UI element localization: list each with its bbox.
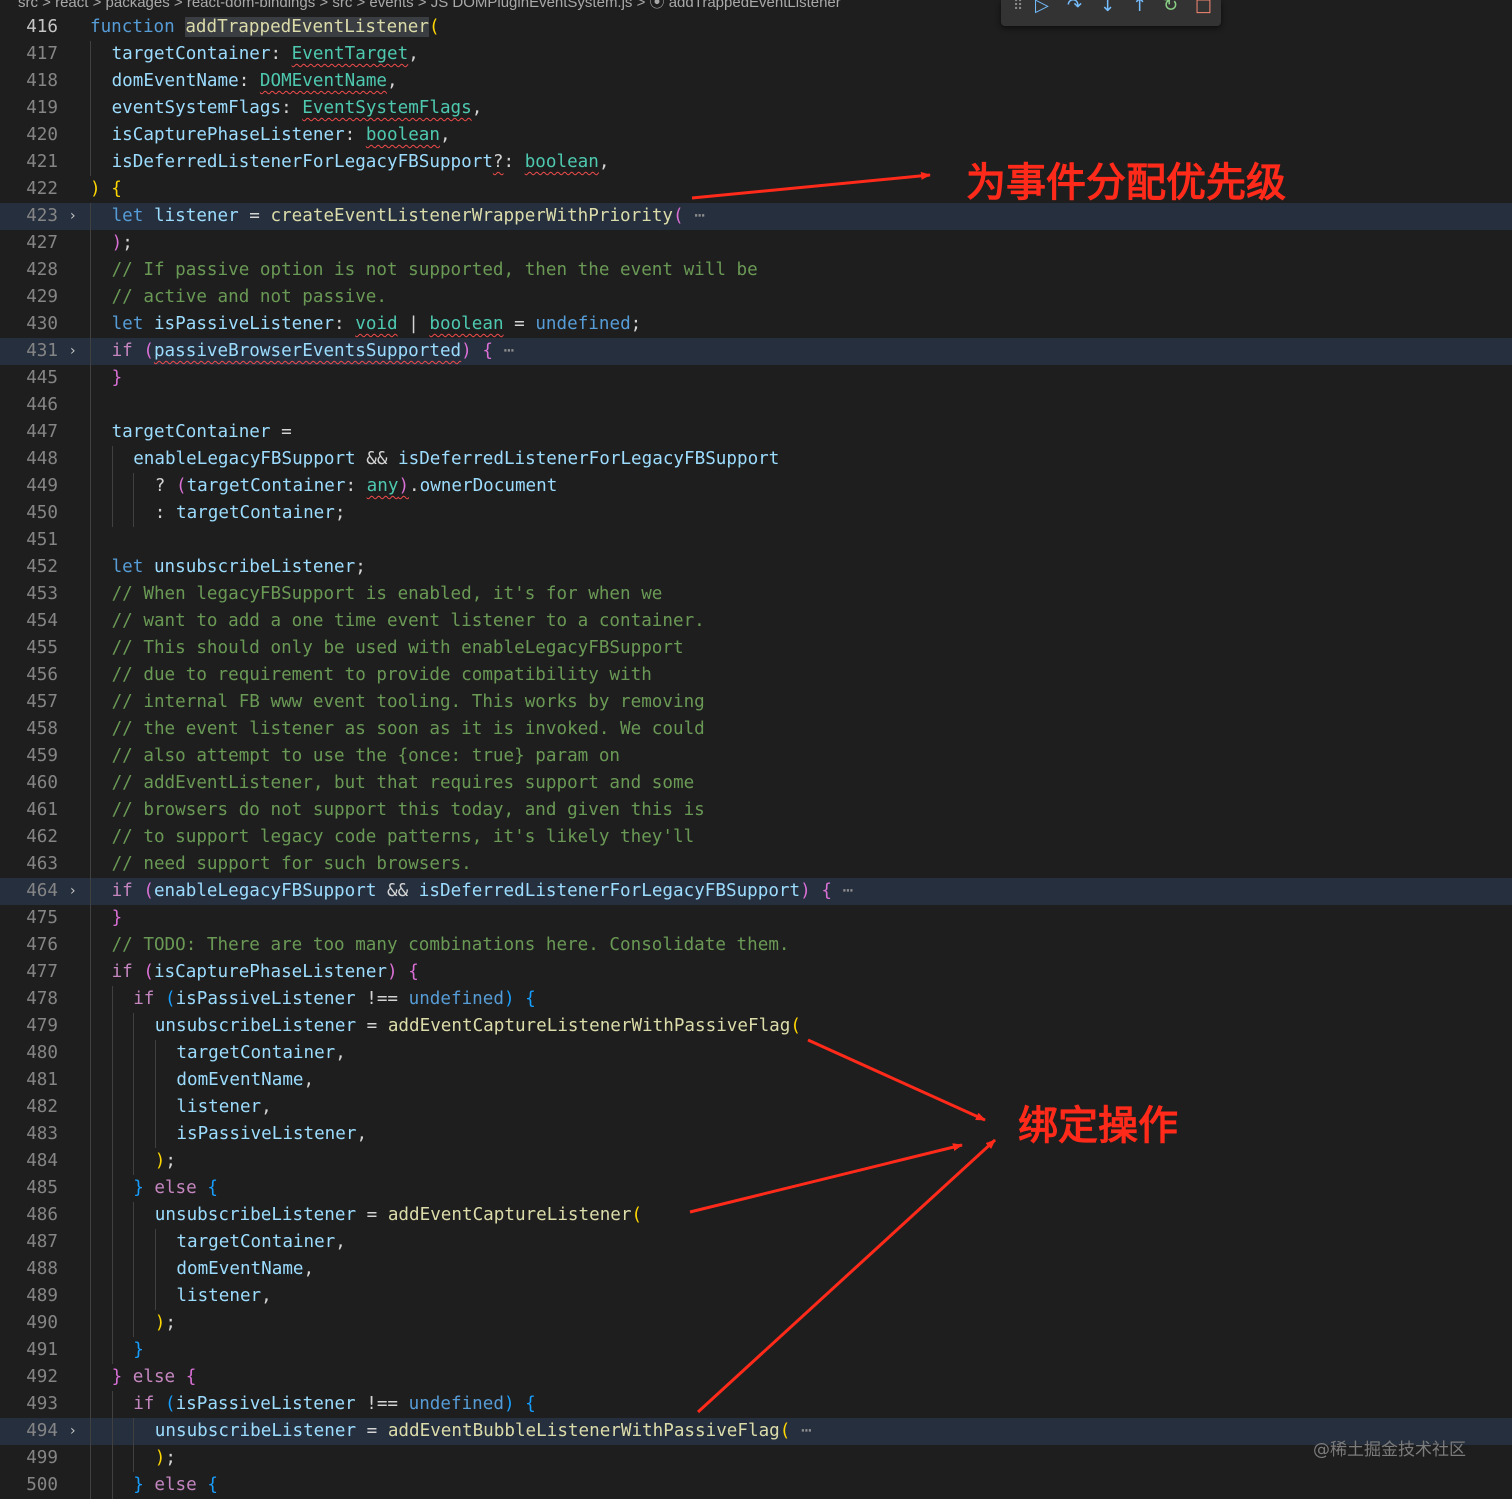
- binding-arrow-3: [696, 1138, 997, 1414]
- priority-annotation: 为事件分配优先级: [966, 160, 1286, 206]
- priority-arrow: [691, 171, 931, 200]
- annotation-arrows: [689, 171, 997, 1414]
- binding-arrow-1: [807, 1038, 986, 1122]
- binding-arrow-2: [689, 1143, 963, 1214]
- watermark: @稀土掘金技术社区: [1313, 1440, 1466, 1460]
- binding-annotation: 绑定操作: [1018, 1103, 1178, 1149]
